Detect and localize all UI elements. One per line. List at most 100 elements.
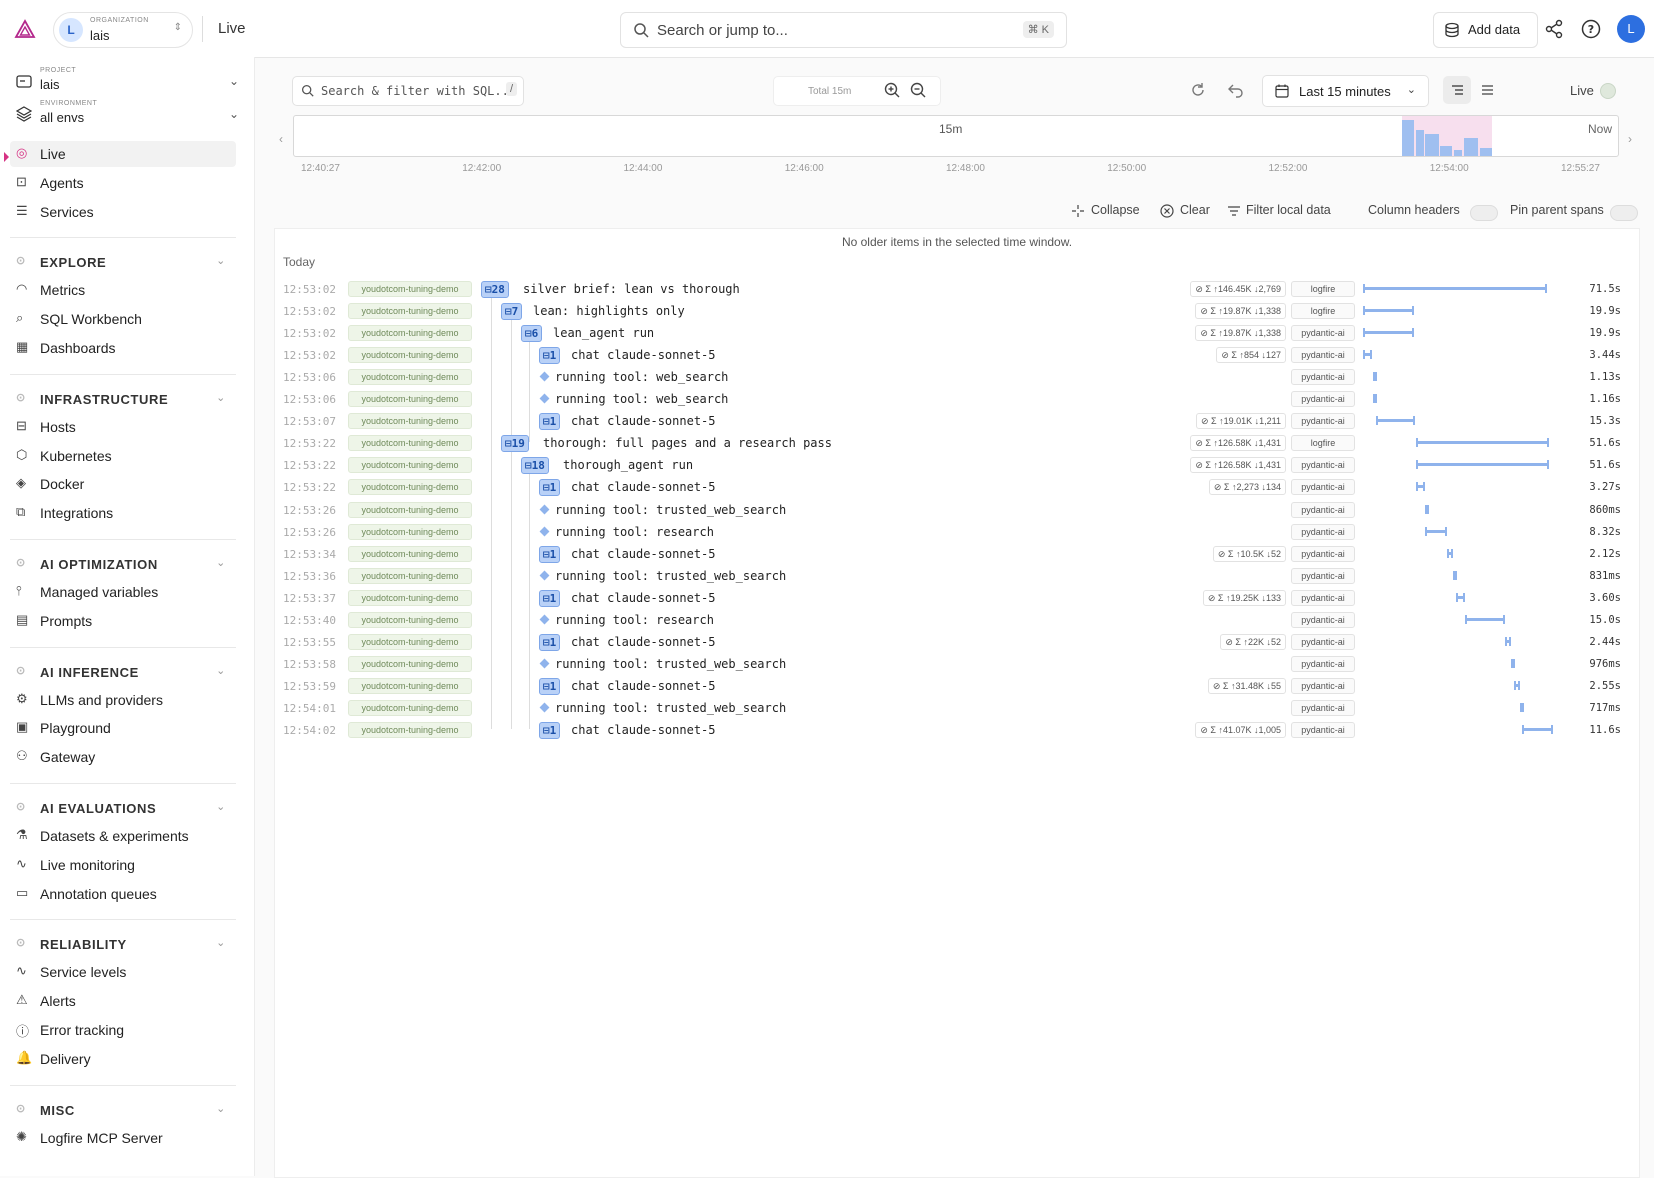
section-header-infrastructure[interactable]: ⊙ INFRASTRUCTURE ⌄ bbox=[10, 388, 236, 410]
child-count-badge[interactable]: ⊟6 bbox=[521, 325, 543, 343]
sidebar-item-services[interactable]: ☰ Services bbox=[10, 199, 236, 225]
sidebar-item-hosts[interactable]: ⊟ Hosts bbox=[10, 414, 236, 440]
child-count-badge[interactable]: ⊟1 bbox=[539, 633, 561, 651]
sidebar-item-gateway[interactable]: ⚇ Gateway bbox=[10, 744, 236, 770]
logfire-logo-icon[interactable] bbox=[14, 19, 36, 41]
child-count-badge[interactable]: ⊟1 bbox=[539, 722, 561, 739]
filter-local-data-button[interactable]: Filter local data bbox=[1246, 203, 1331, 217]
sidebar-item-error-tracking[interactable]: ⓘ Error tracking bbox=[10, 1017, 236, 1043]
project-label: PROJECT bbox=[40, 67, 77, 74]
environment-selector[interactable]: ENVIRONMENT all envs ⌄ bbox=[14, 100, 239, 130]
collapse-button[interactable]: Collapse bbox=[1091, 203, 1140, 217]
child-count-badge[interactable]: ⊟1 bbox=[539, 677, 561, 695]
child-count-badge[interactable]: ⊟7 bbox=[501, 303, 523, 321]
sidebar-item-logfire-mcp-server[interactable]: ✺ Logfire MCP Server bbox=[10, 1125, 236, 1151]
refresh-icon[interactable] bbox=[1189, 81, 1207, 99]
child-count-badge[interactable]: ⊟19 bbox=[501, 435, 529, 453]
token-usage-badge: ⊘ Σ ↑2,273 ↓134 bbox=[1208, 479, 1286, 496]
live-toggle[interactable] bbox=[1600, 83, 1616, 99]
tree-view-toggle[interactable] bbox=[1443, 76, 1471, 104]
sidebar-item-prompts[interactable]: ▤ Prompts bbox=[10, 608, 236, 634]
child-count-badge[interactable]: ⊟28 bbox=[481, 281, 509, 298]
span-row[interactable]: 12:53:22 youdotcom-tuning-demo ⊟1 chat clau… bbox=[275, 476, 1639, 498]
span-row[interactable]: 12:53:06 youdotcom-tuning-demo running too… bbox=[275, 366, 1639, 388]
span-row[interactable]: 12:53:02 youdotcom-tuning-demo ⊟7 lean: hig… bbox=[275, 300, 1639, 322]
span-row[interactable]: 12:53:22 youdotcom-tuning-demo ⊟19 thorough… bbox=[275, 432, 1639, 454]
pin-parent-spans-toggle[interactable] bbox=[1610, 205, 1638, 221]
sql-filter-input[interactable]: Search & filter with SQL... / bbox=[292, 76, 524, 106]
span-row[interactable]: 12:53:06 youdotcom-tuning-demo running too… bbox=[275, 388, 1639, 410]
sidebar-item-live-monitoring[interactable]: ∿ Live monitoring bbox=[10, 852, 236, 878]
span-row[interactable]: 12:53:02 youdotcom-tuning-demo ⊟6 lean_agen… bbox=[275, 322, 1639, 344]
section-header-reliability[interactable]: ⊙ RELIABILITY ⌄ bbox=[10, 933, 236, 955]
section-header-ai-inference[interactable]: ⊙ AI INFERENCE ⌄ bbox=[10, 661, 236, 683]
sidebar-item-alerts[interactable]: ⚠ Alerts bbox=[10, 988, 236, 1014]
sidebar-item-agents[interactable]: ⊡ Agents bbox=[10, 170, 236, 196]
span-duration: 860ms bbox=[1589, 503, 1621, 516]
project-selector[interactable]: PROJECT lais ⌄ bbox=[14, 67, 239, 97]
zoom-out-icon[interactable] bbox=[909, 81, 927, 99]
span-row[interactable]: 12:53:26 youdotcom-tuning-demo running too… bbox=[275, 499, 1639, 521]
span-name: chat claude-sonnet-5 bbox=[571, 348, 716, 363]
sidebar-item-llms-and-providers[interactable]: ⚙ LLMs and providers bbox=[10, 687, 236, 713]
span-row[interactable]: 12:53:26 youdotcom-tuning-demo running too… bbox=[275, 521, 1639, 543]
child-count-badge[interactable]: ⊟1 bbox=[539, 479, 561, 497]
column-headers-toggle[interactable] bbox=[1470, 205, 1498, 221]
span-row[interactable]: 12:53:59 youdotcom-tuning-demo ⊟1 chat clau… bbox=[275, 675, 1639, 697]
sidebar-item-managed-variables[interactable]: ⫯ Managed variables bbox=[10, 579, 236, 605]
global-search[interactable]: Search or jump to... ⌘ K bbox=[620, 12, 1067, 48]
sidebar-item-kubernetes[interactable]: ⬡ Kubernetes bbox=[10, 443, 236, 469]
span-row[interactable]: 12:53:58 youdotcom-tuning-demo running too… bbox=[275, 653, 1639, 675]
child-count-badge[interactable]: ⊟1 bbox=[539, 545, 561, 563]
sidebar-item-annotation-queues[interactable]: ▭ Annotation queues bbox=[10, 881, 236, 907]
clear-button[interactable]: Clear bbox=[1180, 203, 1210, 217]
list-view-toggle[interactable] bbox=[1473, 76, 1501, 104]
timeline-histogram[interactable]: 15m Now bbox=[293, 115, 1619, 157]
section-header-ai-optimization[interactable]: ⊙ AI OPTIMIZATION ⌄ bbox=[10, 553, 236, 575]
calendar-icon bbox=[1275, 84, 1289, 98]
user-avatar[interactable]: L bbox=[1617, 15, 1645, 43]
span-row[interactable]: 12:53:02 youdotcom-tuning-demo ⊟28 silver b… bbox=[275, 278, 1639, 300]
undo-icon[interactable] bbox=[1227, 81, 1245, 99]
sidebar-item-playground[interactable]: ▣ Playground bbox=[10, 715, 236, 741]
span-row[interactable]: 12:53:22 youdotcom-tuning-demo ⊟18 thorough… bbox=[275, 454, 1639, 476]
clear-icon[interactable] bbox=[1160, 204, 1174, 218]
sidebar-item-datasets-experiments[interactable]: ⚗ Datasets & experiments bbox=[10, 823, 236, 849]
child-count-badge[interactable]: ⊟1 bbox=[539, 589, 561, 607]
service-badge: youdotcom-tuning-demo bbox=[348, 567, 472, 584]
sidebar-item-delivery[interactable]: 🔔 Delivery bbox=[10, 1046, 236, 1072]
sidebar-item-metrics[interactable]: ◠ Metrics bbox=[10, 277, 236, 303]
child-count-badge[interactable]: ⊟1 bbox=[539, 413, 561, 431]
sidebar-item-docker[interactable]: ◈ Docker bbox=[10, 471, 236, 497]
span-row[interactable]: 12:53:55 youdotcom-tuning-demo ⊟1 chat clau… bbox=[275, 631, 1639, 653]
span-row[interactable]: 12:53:07 youdotcom-tuning-demo ⊟1 chat clau… bbox=[275, 410, 1639, 432]
span-row[interactable]: 12:53:37 youdotcom-tuning-demo ⊟1 chat clau… bbox=[275, 587, 1639, 609]
span-row[interactable]: 12:53:02 youdotcom-tuning-demo ⊟1 chat clau… bbox=[275, 344, 1639, 366]
span-row[interactable]: 12:53:40 youdotcom-tuning-demo running too… bbox=[275, 609, 1639, 631]
filter-icon[interactable] bbox=[1227, 204, 1241, 218]
sidebar-item-integrations[interactable]: ⧉ Integrations bbox=[10, 500, 236, 526]
collapse-icon[interactable] bbox=[1071, 204, 1085, 218]
sidebar-item-sql-workbench[interactable]: ⌕ SQL Workbench bbox=[10, 306, 236, 332]
timeline-prev-icon[interactable]: ‹ bbox=[279, 132, 283, 146]
section-header-explore[interactable]: ⊙ EXPLORE ⌄ bbox=[10, 251, 236, 273]
child-count-badge[interactable]: ⊟18 bbox=[521, 457, 549, 475]
section-title: AI EVALUATIONS bbox=[40, 801, 157, 816]
sidebar-item-live[interactable]: ◎ Live bbox=[10, 141, 236, 167]
span-row[interactable]: 12:53:36 youdotcom-tuning-demo running too… bbox=[275, 565, 1639, 587]
span-row[interactable]: 12:54:02 youdotcom-tuning-demo ⊟1 chat clau… bbox=[275, 719, 1639, 741]
sidebar-item-service-levels[interactable]: ∿ Service levels bbox=[10, 959, 236, 985]
timeline-next-icon[interactable]: › bbox=[1628, 132, 1632, 146]
section-header-ai-evaluations[interactable]: ⊙ AI EVALUATIONS ⌄ bbox=[10, 797, 236, 819]
time-range-select[interactable]: Last 15 minutes ⌄ bbox=[1262, 75, 1429, 107]
sidebar-item-dashboards[interactable]: ▦ Dashboards bbox=[10, 335, 236, 361]
child-count-badge[interactable]: ⊟1 bbox=[539, 347, 561, 365]
org-switcher[interactable]: L ORGANIZATION lais ⇕ bbox=[53, 12, 193, 48]
help-icon[interactable]: ? bbox=[1580, 18, 1602, 40]
zoom-in-icon[interactable] bbox=[883, 81, 901, 99]
span-row[interactable]: 12:53:34 youdotcom-tuning-demo ⊟1 chat clau… bbox=[275, 543, 1639, 565]
section-header-misc[interactable]: ⊙ MISC ⌄ bbox=[10, 1099, 236, 1121]
share-icon[interactable] bbox=[1543, 18, 1565, 40]
span-row[interactable]: 12:54:01 youdotcom-tuning-demo running too… bbox=[275, 697, 1639, 719]
add-data-button[interactable]: Add data bbox=[1433, 12, 1538, 48]
